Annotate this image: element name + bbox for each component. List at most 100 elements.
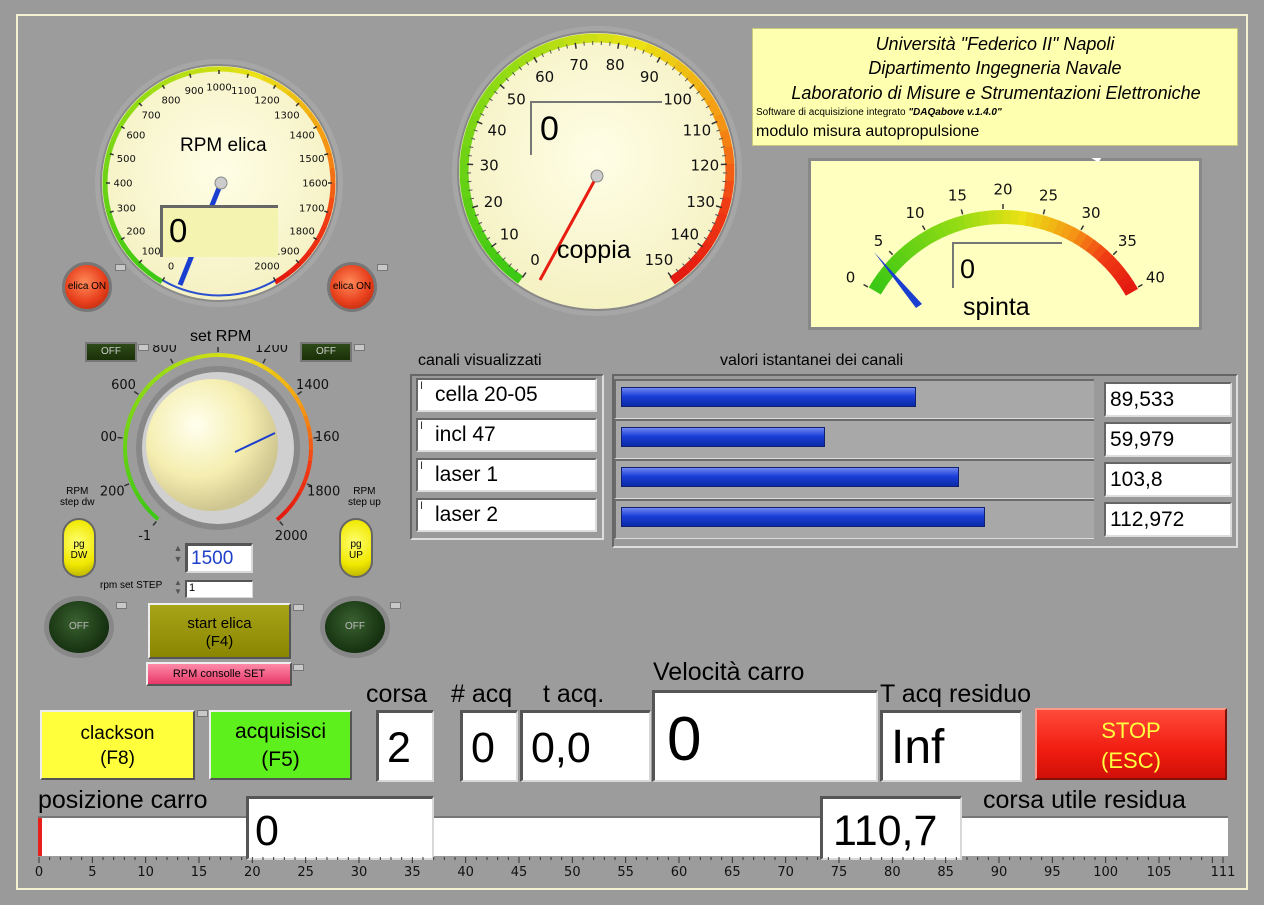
set-rpm-knob-color-band xyxy=(163,363,177,374)
elica-on-left-button[interactable]: elica ON xyxy=(62,262,112,312)
spinta-gauge-tick-label: 25 xyxy=(1039,186,1058,204)
num-acq-label: # acq xyxy=(451,680,513,708)
set-rpm-knob-tick xyxy=(152,521,157,526)
coppia-gauge-color-band xyxy=(719,129,733,150)
elica-on-right-indicator xyxy=(377,264,388,271)
spinta-gauge-tick-label: 5 xyxy=(874,232,884,250)
coppia-gauge-tick-label: 100 xyxy=(663,91,692,109)
coppia-gauge-color-band xyxy=(596,33,616,44)
stop-button[interactable]: STOP (ESC) xyxy=(1035,708,1227,780)
set-rpm-knob-color-band xyxy=(229,353,242,360)
channel-name-label: laser 1 xyxy=(435,463,499,486)
rpm-gauge-label: RPM elica xyxy=(180,135,267,156)
coppia-gauge-color-band xyxy=(723,146,735,166)
channel-name-2[interactable]: Iincl 47 xyxy=(416,418,597,452)
off-right-indicator xyxy=(354,344,365,351)
elica-on-left-label: elica ON xyxy=(67,281,107,292)
velocita-carro-label: Velocità carro xyxy=(653,658,805,686)
set-rpm-knob-tick-label: 1600 xyxy=(315,430,340,445)
channel-value: 89,533 xyxy=(1104,382,1232,417)
software-line: Software di acquisizione integrato "DAQa… xyxy=(756,107,1002,118)
start-elica-button[interactable]: start elica (F4) xyxy=(148,603,291,659)
t-acq-residuo-display: Inf xyxy=(880,710,1022,782)
position-scale-label: 55 xyxy=(617,865,634,880)
rpm-spinner-arrows[interactable]: ▲ ▼ xyxy=(172,543,184,567)
clackson-indicator xyxy=(197,710,208,717)
coppia-gauge-color-band xyxy=(579,33,599,44)
coppia-gauge-tick-label: 130 xyxy=(686,193,715,211)
rpm-set-input[interactable]: 1500 xyxy=(185,543,253,573)
corsa-display: 2 xyxy=(376,710,434,782)
set-rpm-knob-color-band xyxy=(123,459,131,473)
rpm-gauge-tick-label: 200 xyxy=(126,227,145,238)
university-line: Università "Federico II" Napoli xyxy=(875,34,1115,54)
department-line: Dipartimento Ingegneria Navale xyxy=(868,58,1122,78)
text-cursor-icon: I xyxy=(420,500,424,512)
spinta-gauge-tick xyxy=(1080,225,1085,231)
rpm-gauge-color-band xyxy=(326,152,335,170)
set-rpm-knob-tick xyxy=(124,483,130,487)
set-rpm-knob-color-band xyxy=(303,415,311,429)
rpm-step-dw-label: RPM step dw xyxy=(60,486,95,508)
position-scale-label: 50 xyxy=(564,865,581,880)
set-rpm-knob-tick-label: 400 xyxy=(100,430,117,445)
set-rpm-knob-color-band xyxy=(140,500,152,513)
step-spinner-arrows[interactable]: ▲ ▼ xyxy=(172,578,184,598)
set-rpm-knob-color-band xyxy=(270,370,283,382)
rpm-value-display: 0 xyxy=(160,205,278,257)
channel-bar-track xyxy=(614,379,1094,419)
set-rpm-knob-tick xyxy=(279,521,284,526)
rpm-gauge-tick xyxy=(246,73,249,78)
elica-on-right-button[interactable]: elica ON xyxy=(327,262,377,312)
rpm-gauge-color-band xyxy=(103,151,112,169)
spinta-gauge-tick xyxy=(1042,209,1046,215)
coppia-gauge-color-band xyxy=(461,128,475,149)
rpm-gauge-tick-label: 500 xyxy=(117,154,136,165)
channel-bar-fill xyxy=(621,507,985,527)
rpm-gauge-tick-label: 1300 xyxy=(274,111,299,122)
acquisisci-button[interactable]: acquisisci (F5) xyxy=(209,710,352,780)
set-rpm-knob-color-band xyxy=(299,404,308,418)
pg-up-button[interactable]: pg UP xyxy=(339,518,373,578)
rpm-gauge-tick-label: 1700 xyxy=(299,203,324,214)
rpm-gauge-tick-label: 2000 xyxy=(254,262,279,273)
set-rpm-knob[interactable]: -1200400600800100012001400160018002000 xyxy=(100,345,340,545)
set-rpm-knob-tick xyxy=(262,358,267,364)
channel-name-4[interactable]: Ilaser 2 xyxy=(416,498,597,532)
set-rpm-knob-color-band xyxy=(250,359,264,369)
coppia-gauge-color-band xyxy=(722,180,735,200)
num-acq-display: 0 xyxy=(460,710,518,782)
led-right-indicator xyxy=(390,602,401,609)
position-scale-label: 40 xyxy=(457,865,474,880)
clackson-button[interactable]: clackson (F8) xyxy=(40,710,195,780)
set-rpm-knob-tick-label: 800 xyxy=(152,345,177,356)
rpm-gauge-color-band xyxy=(329,182,336,200)
rpm-gauge-tick-label: 1100 xyxy=(231,86,256,97)
set-rpm-knob-tick-label: 600 xyxy=(111,378,136,393)
rpm-set-step-label: rpm set STEP xyxy=(100,580,163,591)
rpm-gauge-color-band xyxy=(102,181,109,199)
set-rpm-knob-color-band xyxy=(291,492,302,505)
position-scale-label: 90 xyxy=(991,865,1008,880)
position-scale-label: 75 xyxy=(831,865,848,880)
coppia-gauge-color-band xyxy=(562,34,583,47)
spinta-gauge-tick xyxy=(863,283,869,288)
position-scale-label: 25 xyxy=(297,865,314,880)
set-rpm-knob-color-band xyxy=(286,385,298,398)
acquisisci-label: acquisisci xyxy=(234,720,327,743)
position-scale-label: 5 xyxy=(88,865,96,880)
channel-name-3[interactable]: Ilaser 1 xyxy=(416,458,597,492)
set-rpm-knob-color-band xyxy=(306,426,313,440)
rpm-gauge-tick-label: 1200 xyxy=(254,95,279,106)
rpm-gauge-color-band xyxy=(102,166,109,184)
software-name: "DAQabove v.1.4.0" xyxy=(908,107,1002,118)
channel-name-label: cella 20-05 xyxy=(435,383,538,406)
set-rpm-knob-color-band xyxy=(123,425,130,439)
rpm-consolle-set-button[interactable]: RPM consolle SET xyxy=(146,662,292,686)
start-elica-label: start elica xyxy=(187,615,252,632)
pg-dw-button[interactable]: pg DW xyxy=(62,518,96,578)
set-rpm-knob-color-band xyxy=(183,355,197,364)
channel-name-1[interactable]: Icella 20-05 xyxy=(416,378,597,412)
rpm-step-input[interactable]: 1 xyxy=(185,580,253,598)
rpm-gauge-tick-label: 700 xyxy=(142,111,161,122)
